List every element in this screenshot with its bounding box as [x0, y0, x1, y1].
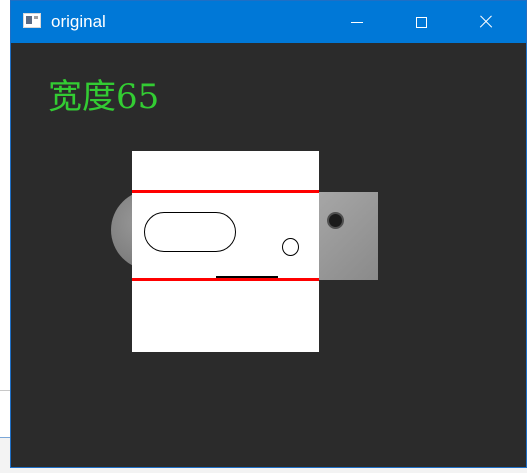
- minimize-button[interactable]: [325, 1, 389, 43]
- bottom-edge-line: [132, 278, 319, 281]
- roi-region: [132, 151, 319, 352]
- minimize-icon: [351, 21, 363, 23]
- maximize-icon: [415, 16, 427, 28]
- window-title: original: [51, 12, 106, 31]
- image-window: original 宽度65: [10, 0, 527, 468]
- app-icon: [23, 13, 41, 28]
- maximize-button[interactable]: [389, 1, 453, 43]
- part-mounting-hole: [327, 212, 344, 229]
- background-accent-line: [0, 437, 10, 438]
- slot-contour: [144, 212, 236, 252]
- close-button[interactable]: [453, 1, 517, 43]
- top-edge-line: [132, 190, 319, 193]
- width-measurement-label: 宽度65: [48, 77, 160, 117]
- hole-contour: [282, 238, 299, 256]
- title-bar[interactable]: original: [11, 1, 526, 43]
- image-canvas: 宽度65: [11, 43, 526, 467]
- background-divider: [0, 390, 10, 391]
- desktop-background: [0, 0, 10, 473]
- part-tab: [311, 192, 378, 280]
- close-icon: [478, 15, 492, 29]
